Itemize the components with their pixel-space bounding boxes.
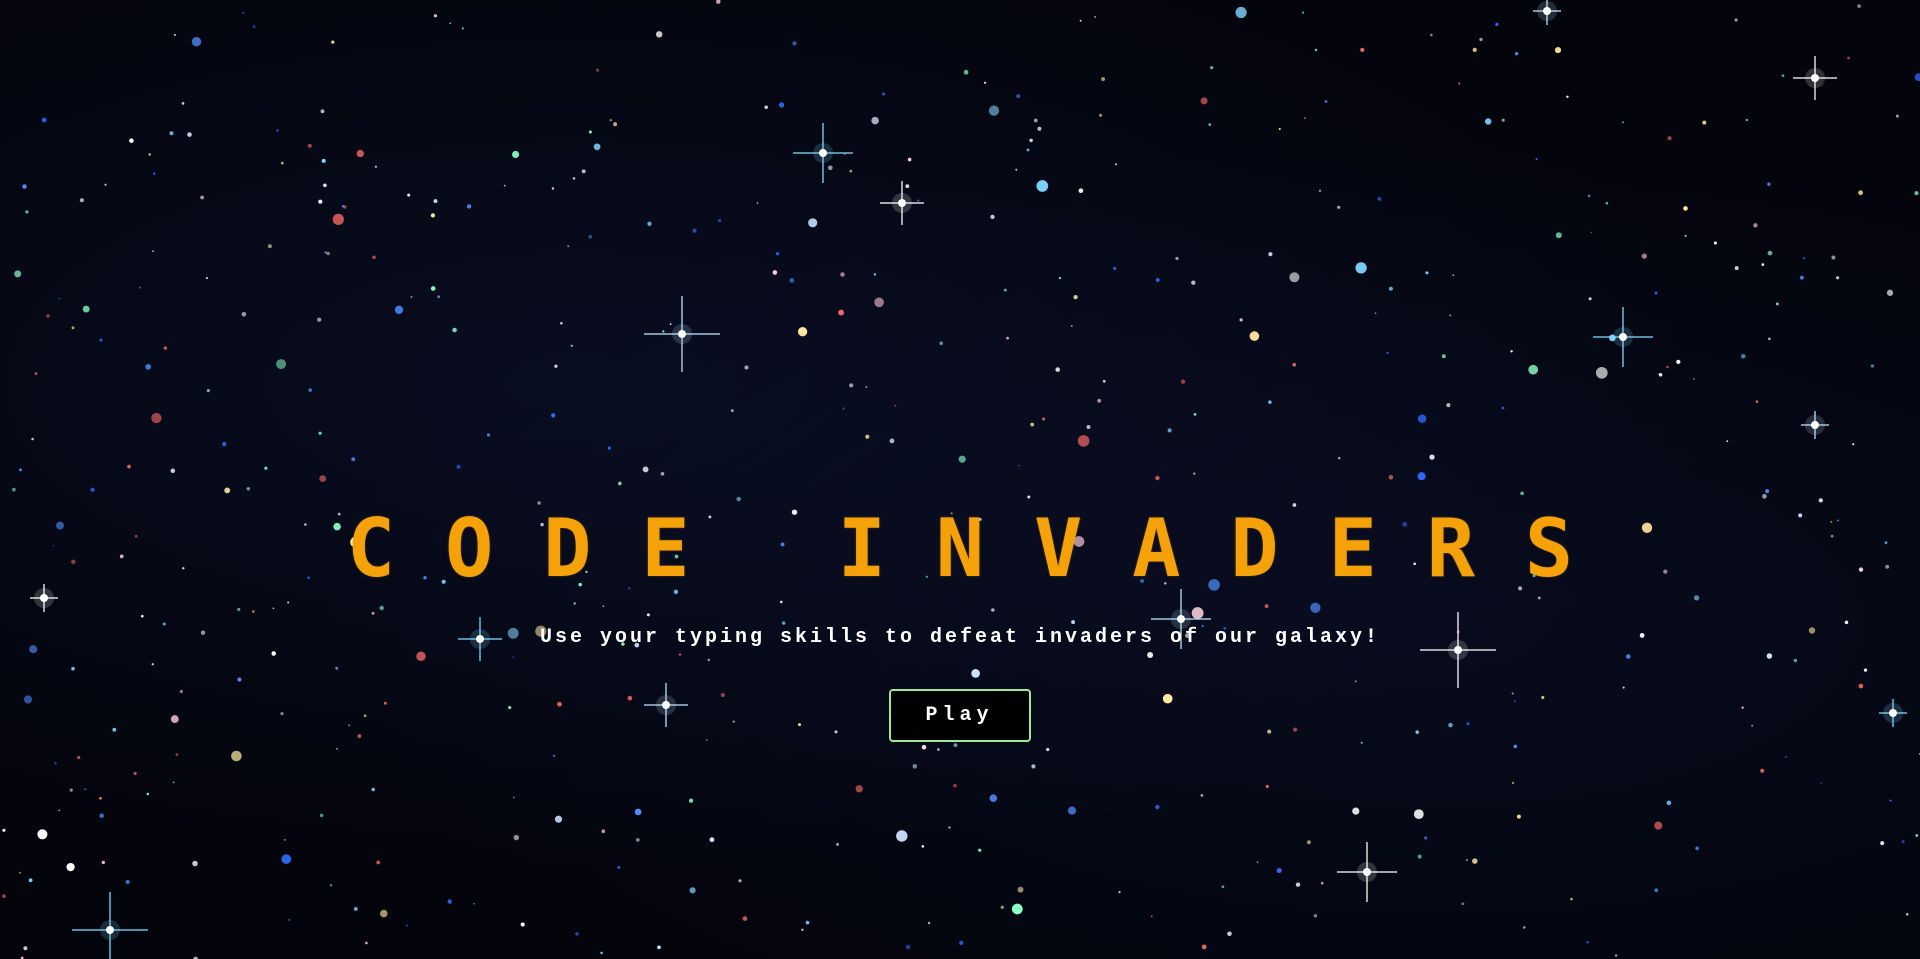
start-screen: CODE INVADERS Use your typing skills to … xyxy=(0,0,1920,959)
game-tagline: Use your typing skills to defeat invader… xyxy=(539,626,1381,649)
play-button[interactable]: Play xyxy=(889,689,1031,742)
game-title: CODE INVADERS xyxy=(346,502,1624,595)
